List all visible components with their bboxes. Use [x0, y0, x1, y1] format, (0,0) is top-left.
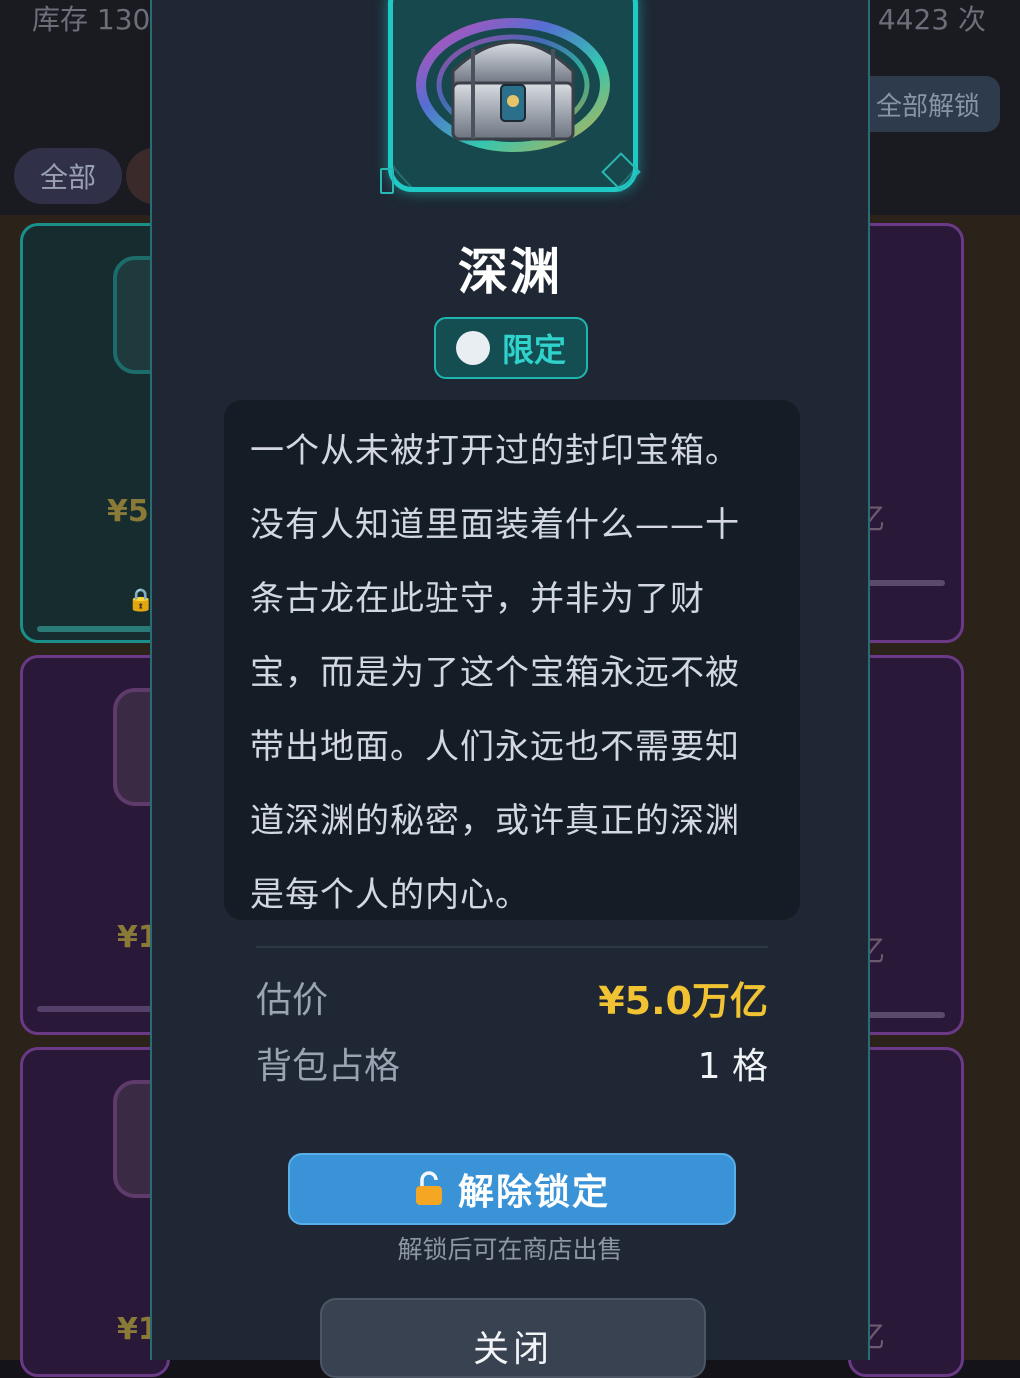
estimate-label: 估价 — [256, 980, 329, 1021]
item-image-frame — [388, 0, 638, 192]
slots-label: 背包占格 — [256, 1046, 401, 1087]
rarity-badge: 限定 — [434, 317, 588, 379]
rarity-dot-icon — [455, 331, 490, 365]
description-box: 一个从未被打开过的封印宝箱。没有人知道里面装着什么——十条古龙在此驻守，并非为了… — [224, 400, 800, 920]
close-button[interactable]: 关闭 — [320, 1298, 706, 1378]
inventory-card[interactable]: ¥5 🔒 — [20, 223, 191, 643]
card-progress-bar — [865, 1012, 945, 1018]
inventory-card[interactable]: ¥15 — [20, 1047, 191, 1377]
stock-count: 库存 130 — [32, 3, 151, 36]
unlock-icon — [415, 1171, 442, 1205]
inventory-card[interactable]: ¥18 — [20, 655, 191, 1035]
frame-corner-decoration — [380, 168, 394, 194]
unlock-button[interactable]: 解除锁定 — [288, 1153, 736, 1225]
filter-all-chip[interactable]: 全部 — [14, 148, 122, 204]
close-button-label: 关闭 — [472, 1329, 553, 1370]
unlock-hint: 解锁后可在商店出售 — [397, 1235, 623, 1264]
estimate-value: ¥5.0万亿 — [598, 978, 768, 1023]
item-detail-modal: 深渊 限定 一个从未被打开过的封印宝箱。没有人知道里面装着什么——十条古龙在此驻… — [150, 0, 870, 1378]
item-title: 深渊 — [458, 243, 562, 301]
card-price: ¥5 — [107, 494, 149, 529]
divider — [256, 946, 768, 948]
unlock-button-label: 解除锁定 — [457, 1172, 610, 1213]
draw-count: 4423 次 — [877, 3, 986, 36]
card-progress-bar — [865, 580, 945, 586]
item-description: 一个从未被打开过的封印宝箱。没有人知道里面装着什么——十条古龙在此驻守，并非为了… — [250, 431, 740, 915]
slots-row: 背包占格 1 格 — [256, 1038, 768, 1088]
estimate-row: 估价 ¥5.0万亿 — [256, 972, 768, 1023]
treasure-chest-icon — [416, 18, 610, 152]
slots-value: 1 格 — [697, 1046, 768, 1087]
rarity-label: 限定 — [501, 331, 566, 369]
